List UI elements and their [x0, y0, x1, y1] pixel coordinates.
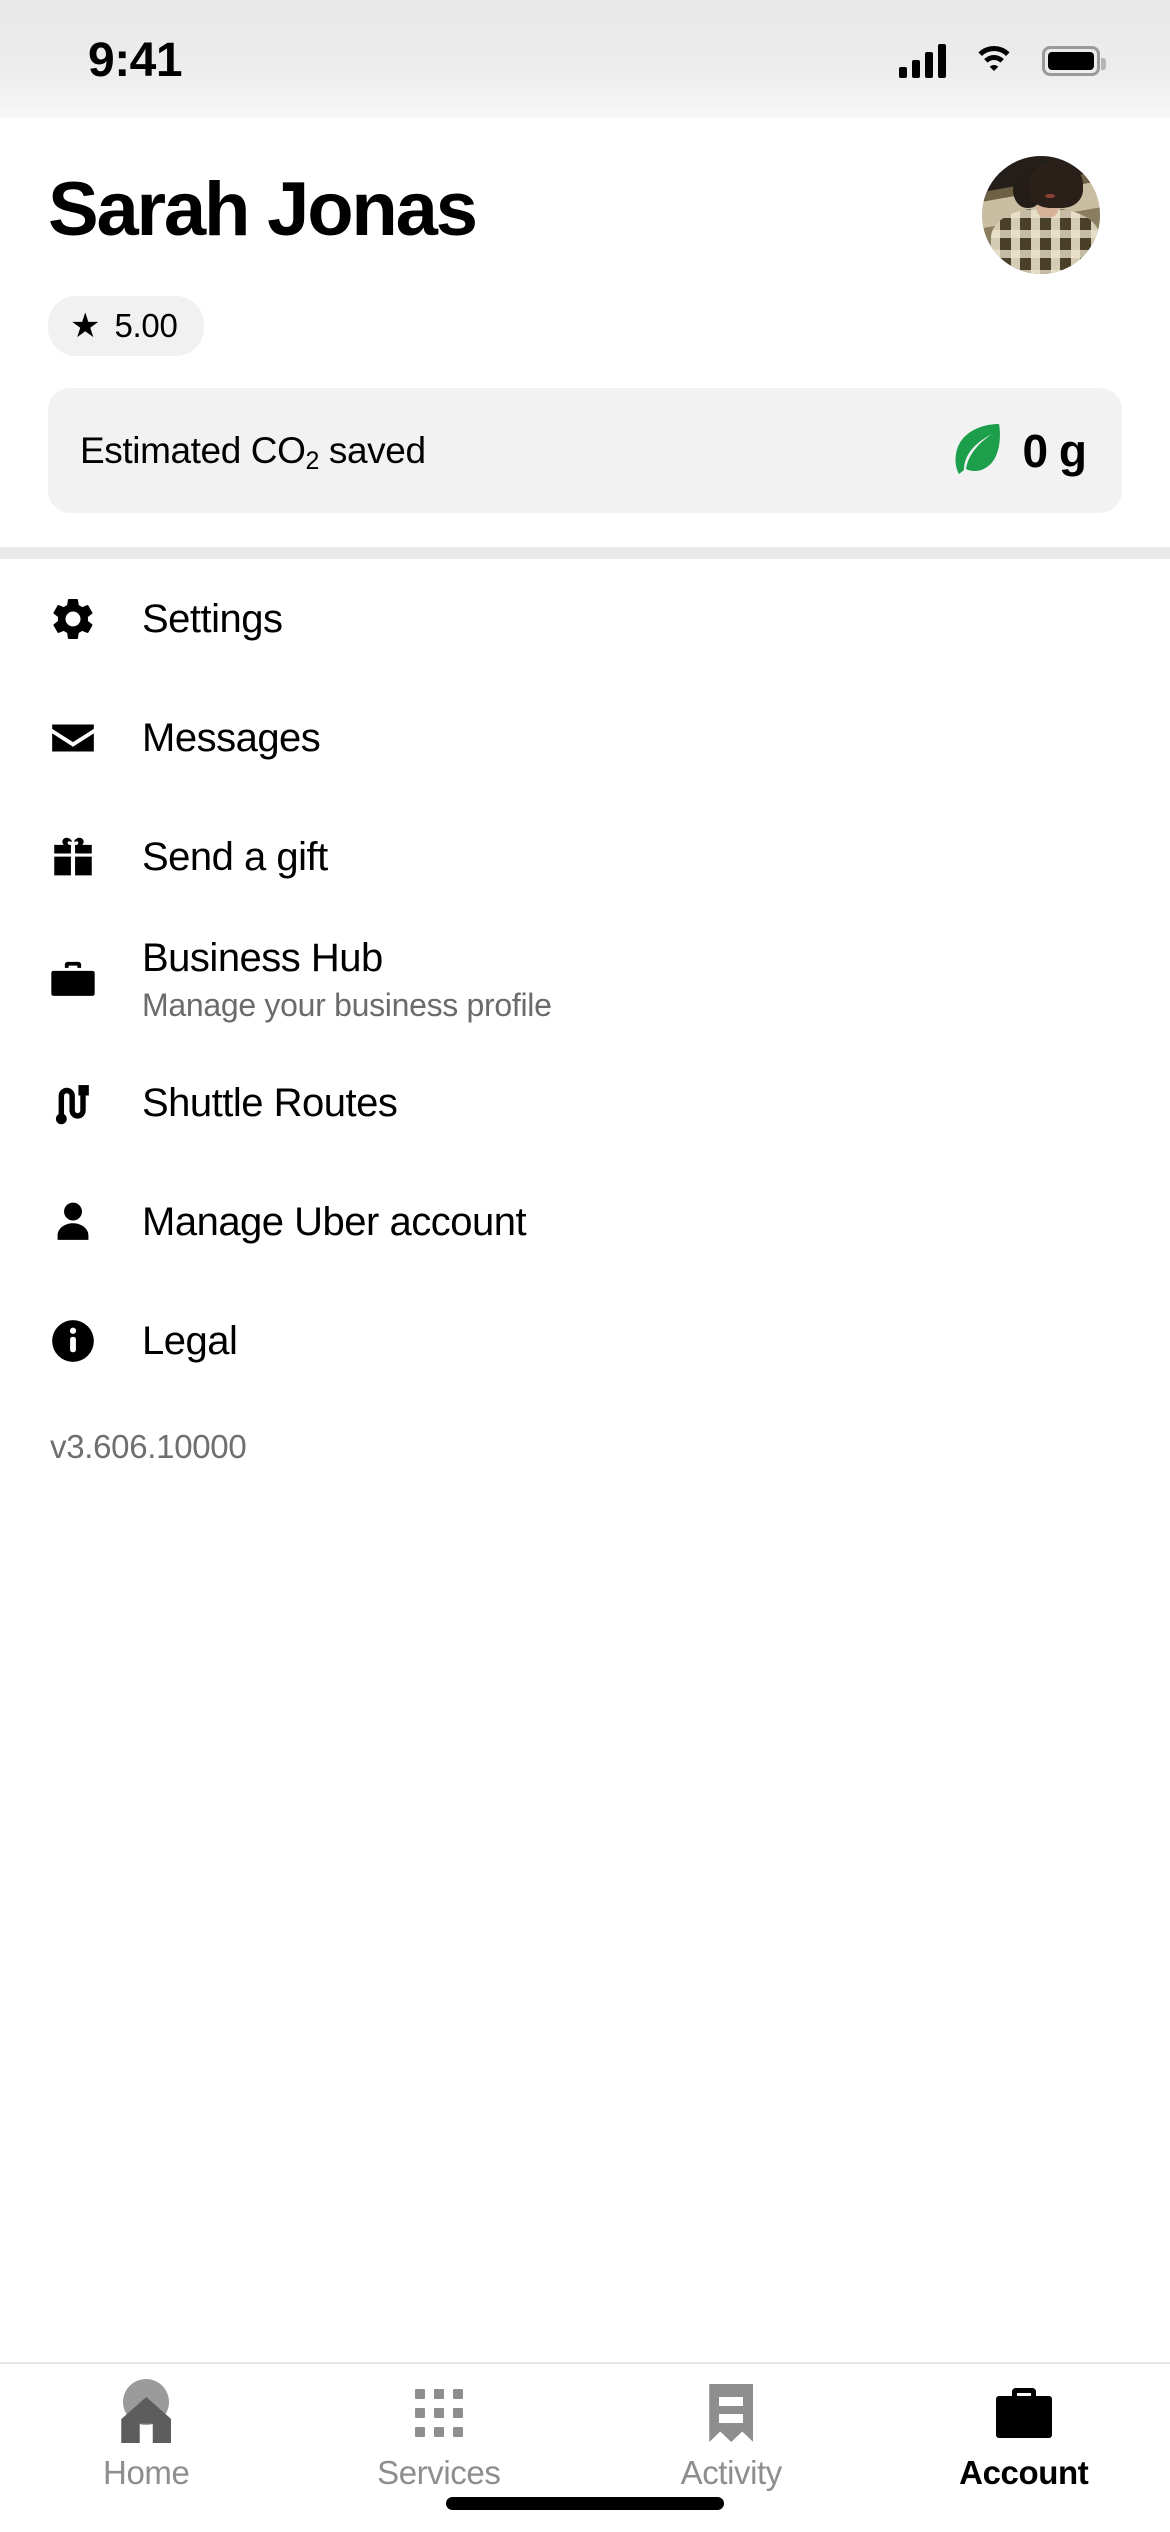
home-indicator: [446, 2497, 724, 2510]
menu-item-sublabel: Manage your business profile: [142, 987, 552, 1023]
menu-item-text: Send a gift: [142, 834, 328, 880]
tab-account[interactable]: Account: [878, 2382, 1170, 2492]
menu-item-settings[interactable]: Settings: [48, 559, 1122, 678]
receipt-icon: [709, 2382, 754, 2444]
app-version: v3.606.10000: [50, 1428, 247, 1465]
menu-item-text: Business Hub Manage your business profil…: [142, 935, 552, 1024]
rating-badge: ★ 5.00: [48, 296, 204, 356]
avatar[interactable]: [982, 156, 1100, 274]
menu-item-business-hub[interactable]: Business Hub Manage your business profil…: [48, 916, 1122, 1043]
co2-saved-card[interactable]: Estimated CO2 saved 0 g: [48, 388, 1122, 513]
route-icon: [48, 1078, 118, 1128]
tab-label: Services: [377, 2454, 501, 2491]
tab-label: Activity: [680, 2454, 783, 2491]
tab-services[interactable]: Services: [293, 2382, 586, 2492]
cellular-signal-icon: [899, 44, 946, 78]
co2-saved-label: Estimated CO2 saved: [80, 429, 426, 475]
menu-item-text: Messages: [142, 715, 321, 761]
co2-label-suffix: saved: [319, 429, 426, 471]
wifi-icon: [972, 44, 1016, 78]
briefcase-icon: [48, 955, 118, 1005]
menu-item-messages[interactable]: Messages: [48, 678, 1122, 797]
tab-label: Home: [103, 2454, 190, 2491]
person-icon: [48, 1197, 118, 1247]
gift-icon: [48, 832, 118, 882]
gear-icon: [48, 594, 118, 644]
menu-item-manage-uber-account[interactable]: Manage Uber account: [48, 1162, 1122, 1281]
tab-home[interactable]: Home: [0, 2379, 293, 2492]
page-title: Sarah Jonas: [48, 167, 478, 252]
menu-item-send-a-gift[interactable]: Send a gift: [48, 797, 1122, 916]
menu-item-label: Manage Uber account: [142, 1199, 527, 1244]
envelope-icon: [48, 713, 118, 763]
co2-label-prefix: Estimated CO: [80, 429, 306, 471]
leaf-icon: [951, 422, 1003, 480]
menu-item-label: Shuttle Routes: [142, 1080, 398, 1125]
grid-icon: [414, 2382, 463, 2444]
profile-header: Sarah Jonas ★ 5.00: [0, 118, 1170, 356]
menu-item-label: Settings: [142, 596, 283, 641]
menu-item-text: Manage Uber account: [142, 1199, 527, 1245]
account-menu: Settings Messages Send a gift Business H…: [0, 559, 1170, 2362]
app-screen: 9:41 Sarah Jonas ★ 5.00 Estimated CO2 sa…: [0, 0, 1170, 2532]
co2-label-subscript: 2: [305, 446, 320, 475]
star-icon: ★: [70, 307, 101, 345]
co2-saved-value: 0 g: [1022, 424, 1087, 477]
menu-item-label: Messages: [142, 715, 321, 760]
tab-activity[interactable]: Activity: [585, 2382, 878, 2492]
battery-icon: [1042, 46, 1106, 76]
status-bar: 9:41: [0, 0, 1170, 118]
info-icon: [48, 1316, 118, 1366]
status-bar-icons: [899, 44, 1106, 78]
tab-label: Account: [959, 2454, 1089, 2491]
menu-item-legal[interactable]: Legal: [48, 1281, 1122, 1400]
menu-item-shuttle-routes[interactable]: Shuttle Routes: [48, 1043, 1122, 1162]
menu-item-label: Business Hub: [142, 936, 383, 980]
briefcase-icon: [995, 2382, 1052, 2444]
home-person-icon: [115, 2379, 177, 2444]
status-bar-time: 9:41: [88, 34, 183, 87]
rating-value: 5.00: [114, 307, 178, 344]
menu-item-label: Legal: [142, 1318, 238, 1363]
menu-item-label: Send a gift: [142, 834, 328, 879]
menu-item-text: Legal: [142, 1318, 238, 1364]
menu-item-text: Settings: [142, 596, 283, 642]
menu-item-text: Shuttle Routes: [142, 1080, 398, 1126]
section-divider: [0, 547, 1170, 559]
